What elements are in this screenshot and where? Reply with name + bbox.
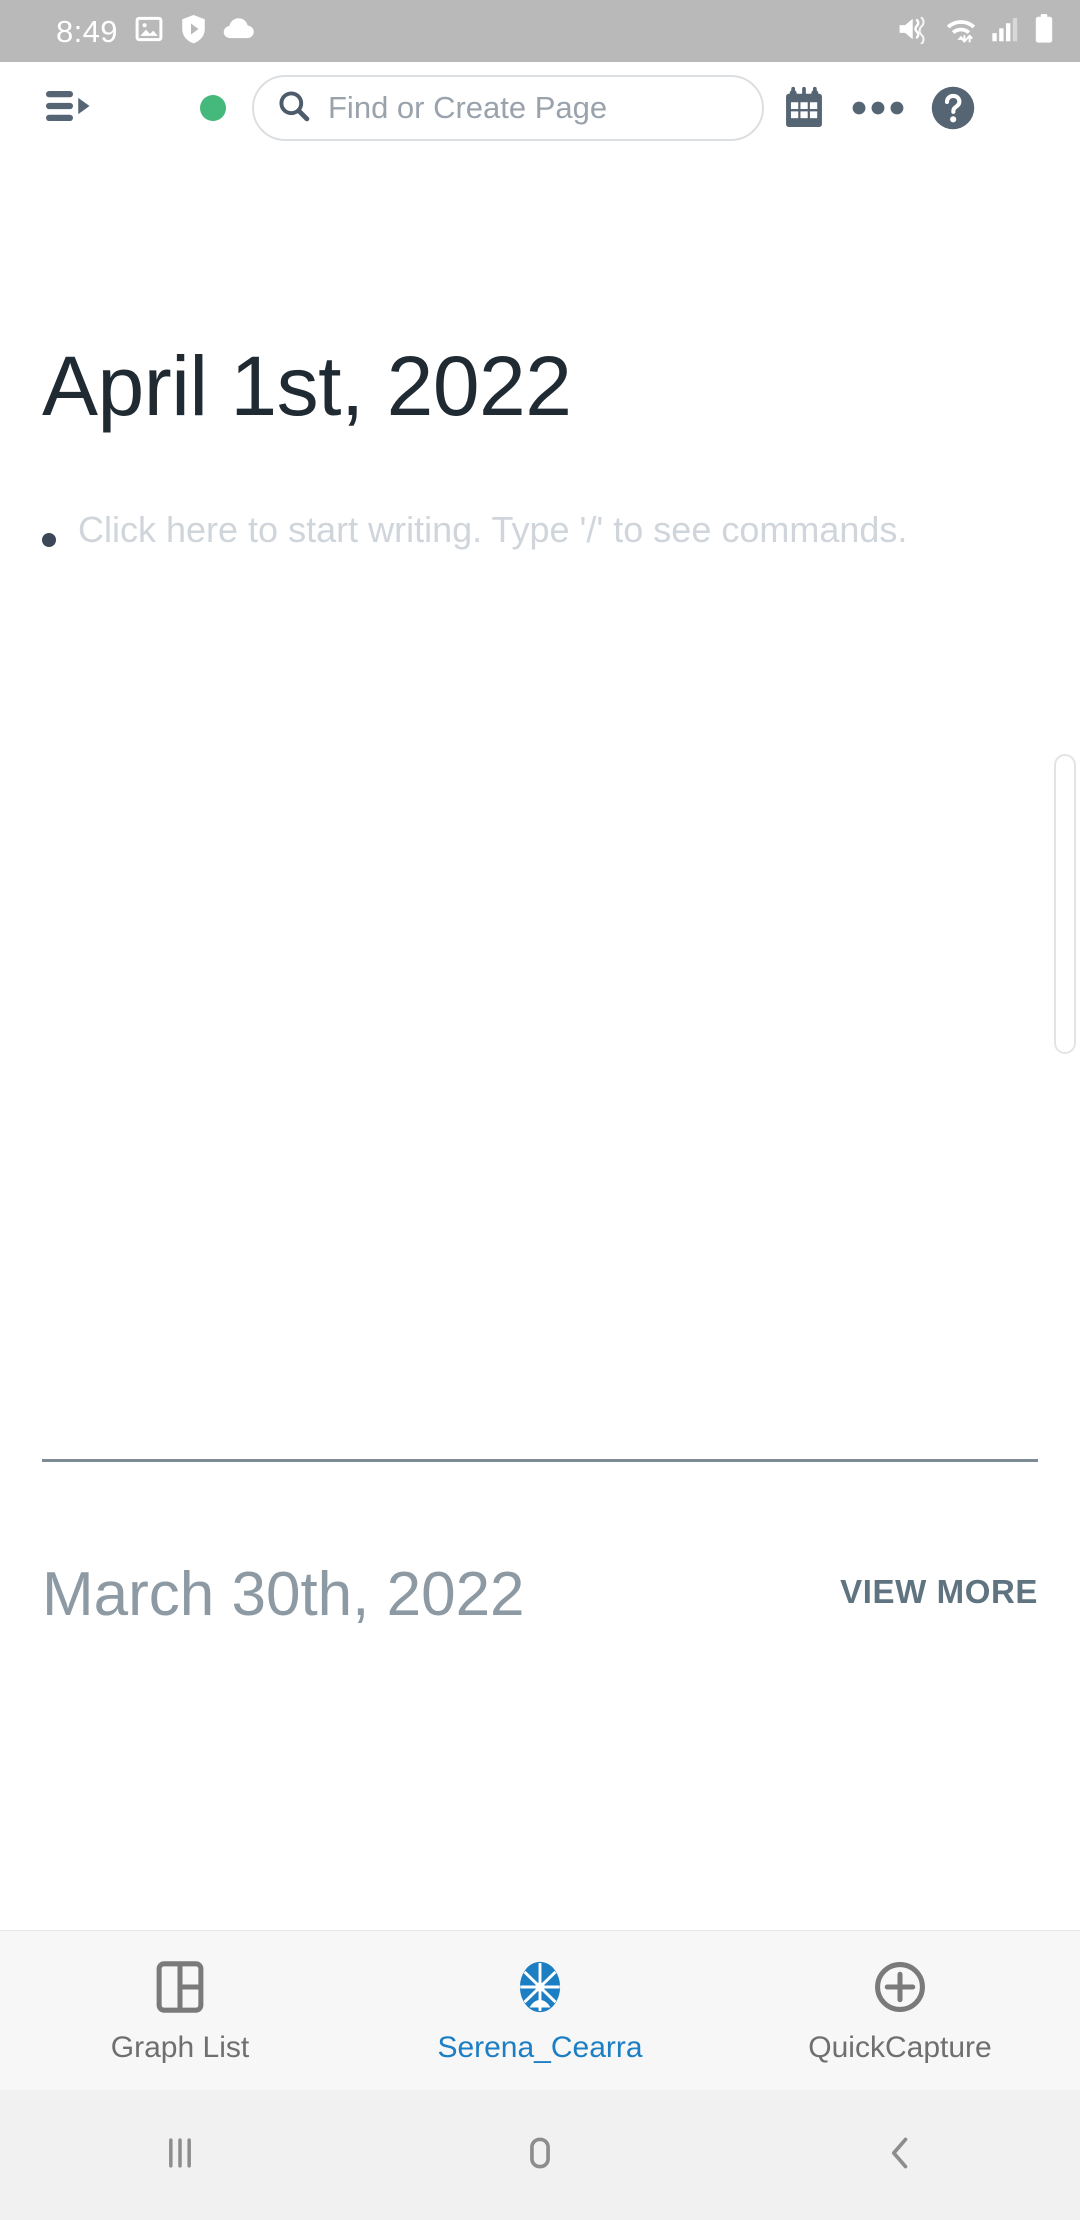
plus-circle-icon	[871, 1958, 929, 2021]
wifi-icon	[944, 14, 978, 49]
phone-screen: 8:49 Find or Create Page April 1st, 2022…	[0, 0, 1080, 2220]
view-more-button[interactable]: VIEW MORE	[840, 1573, 1038, 1617]
android-nav-bar	[0, 2090, 1080, 2220]
nav-item-quickcapture[interactable]: QuickCapture	[720, 1958, 1080, 2063]
status-bar-left: 8:49	[56, 14, 255, 49]
page-title: April 1st, 2022	[42, 339, 572, 433]
status-bar-clock: 8:49	[56, 13, 118, 49]
block-bullet-icon	[42, 533, 56, 547]
roam-logo-icon	[511, 1958, 569, 2021]
search-placeholder-text: Find or Create Page	[328, 90, 608, 125]
mute-vibrate-icon	[897, 14, 931, 49]
home-button[interactable]	[360, 2131, 720, 2180]
search-icon	[276, 88, 312, 129]
sidebar-toggle-icon	[44, 85, 96, 132]
recents-icon	[158, 2131, 202, 2180]
back-icon	[878, 2131, 922, 2180]
block-placeholder-text: Click here to start writing. Type '/' to…	[78, 509, 908, 550]
graph-list-icon	[151, 1958, 209, 2021]
app-top-bar: Find or Create Page	[0, 62, 1080, 154]
play-protect-icon	[180, 14, 207, 49]
search-input[interactable]: Find or Create Page	[252, 75, 764, 141]
block-editor-row[interactable]: Click here to start writing. Type '/' to…	[42, 509, 950, 551]
nav-label-graph-list: Graph List	[110, 2031, 250, 2064]
previous-day-section: March 30th, 2022 VIEW MORE	[42, 1564, 1038, 1626]
more-options-icon[interactable]	[852, 97, 904, 119]
help-icon[interactable]	[930, 85, 976, 131]
daily-notes-calendar-icon[interactable]	[782, 86, 826, 130]
status-bar-right	[897, 13, 1054, 49]
previous-day-title[interactable]: March 30th, 2022	[42, 1564, 525, 1626]
top-bar-actions	[782, 85, 976, 131]
app-bottom-nav: Graph List Serena_Cearra QuickCapture	[0, 1930, 1080, 2090]
android-status-bar: 8:49	[0, 0, 1080, 62]
gallery-icon	[134, 14, 164, 49]
vertical-scrollbar[interactable]	[1054, 754, 1076, 1054]
battery-icon	[1034, 13, 1054, 49]
nav-label-current-graph: Serena_Cearra	[437, 2031, 643, 2064]
recents-button[interactable]	[0, 2131, 360, 2180]
home-icon	[518, 2131, 562, 2180]
page-content: April 1st, 2022 Click here to start writ…	[0, 154, 1080, 1930]
section-divider	[42, 1459, 1038, 1462]
nav-label-quickcapture: QuickCapture	[808, 2031, 992, 2064]
sync-status-indicator	[200, 95, 226, 121]
nav-item-graph-list[interactable]: Graph List	[0, 1958, 360, 2063]
back-button[interactable]	[720, 2131, 1080, 2180]
nav-item-current-graph[interactable]: Serena_Cearra	[360, 1958, 720, 2063]
cellular-signal-icon	[991, 15, 1021, 48]
sidebar-toggle-button[interactable]	[40, 78, 100, 138]
cloud-icon	[223, 17, 255, 46]
